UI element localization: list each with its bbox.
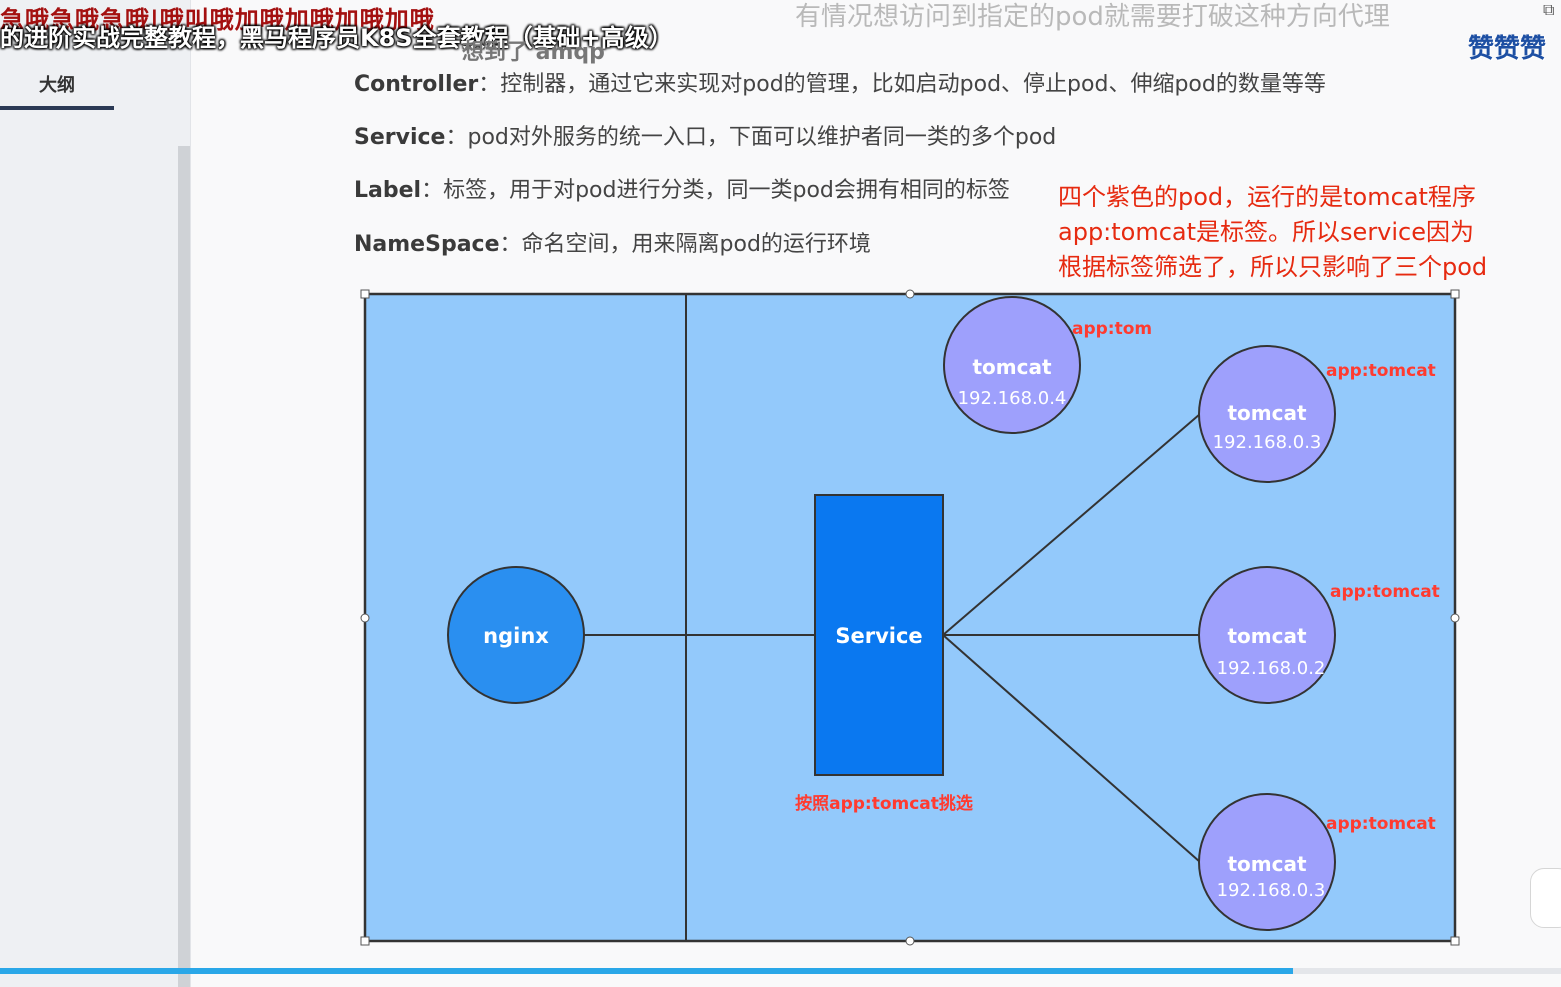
danmaku-top-right: 有情况想访问到指定的pod就需要打破这种方向代理	[795, 2, 1390, 32]
pod-ip: 192.168.0.3	[1217, 880, 1326, 901]
resize-handle[interactable]	[905, 936, 915, 946]
pod-label-tag: app:tomcat	[1330, 582, 1440, 602]
window-corner-icon[interactable]: ⧉	[1543, 0, 1554, 20]
nginx-label: nginx	[483, 624, 549, 648]
resize-handle[interactable]	[360, 936, 370, 946]
service-label: Service	[835, 624, 922, 648]
k8s-diagram[interactable]: nginx Service 按照app:tomcat挑选 tomcat 192.…	[0, 0, 1561, 987]
resize-handle[interactable]	[905, 289, 915, 299]
danmaku-zan: 赞赞赞	[1468, 34, 1547, 64]
resize-handle[interactable]	[1450, 936, 1460, 946]
floating-side-button[interactable]	[1530, 868, 1561, 928]
pod-name: tomcat	[972, 355, 1051, 379]
selector-caption: 按照app:tomcat挑选	[795, 793, 973, 814]
pod-label-tag: app:tomcat	[1326, 361, 1436, 381]
pod-name: tomcat	[1227, 401, 1306, 425]
pod-ip: 192.168.0.2	[1217, 658, 1326, 679]
pod-label-tag: app:tom	[1072, 319, 1152, 339]
resize-handle[interactable]	[360, 289, 370, 299]
pod-ip: 192.168.0.3	[1213, 432, 1322, 453]
pod-name: tomcat	[1227, 624, 1306, 648]
resize-handle[interactable]	[360, 613, 370, 623]
video-progress-fill	[0, 968, 1293, 974]
resize-handle[interactable]	[1450, 289, 1460, 299]
pod-label-tag: app:tomcat	[1326, 814, 1436, 834]
pod-name: tomcat	[1227, 852, 1306, 876]
video-progress-bar[interactable]	[0, 968, 1561, 974]
resize-handle[interactable]	[1450, 613, 1460, 623]
pod-ip: 192.168.0.4	[958, 388, 1067, 409]
danmaku-gray: 想到了 amqp	[462, 40, 605, 65]
